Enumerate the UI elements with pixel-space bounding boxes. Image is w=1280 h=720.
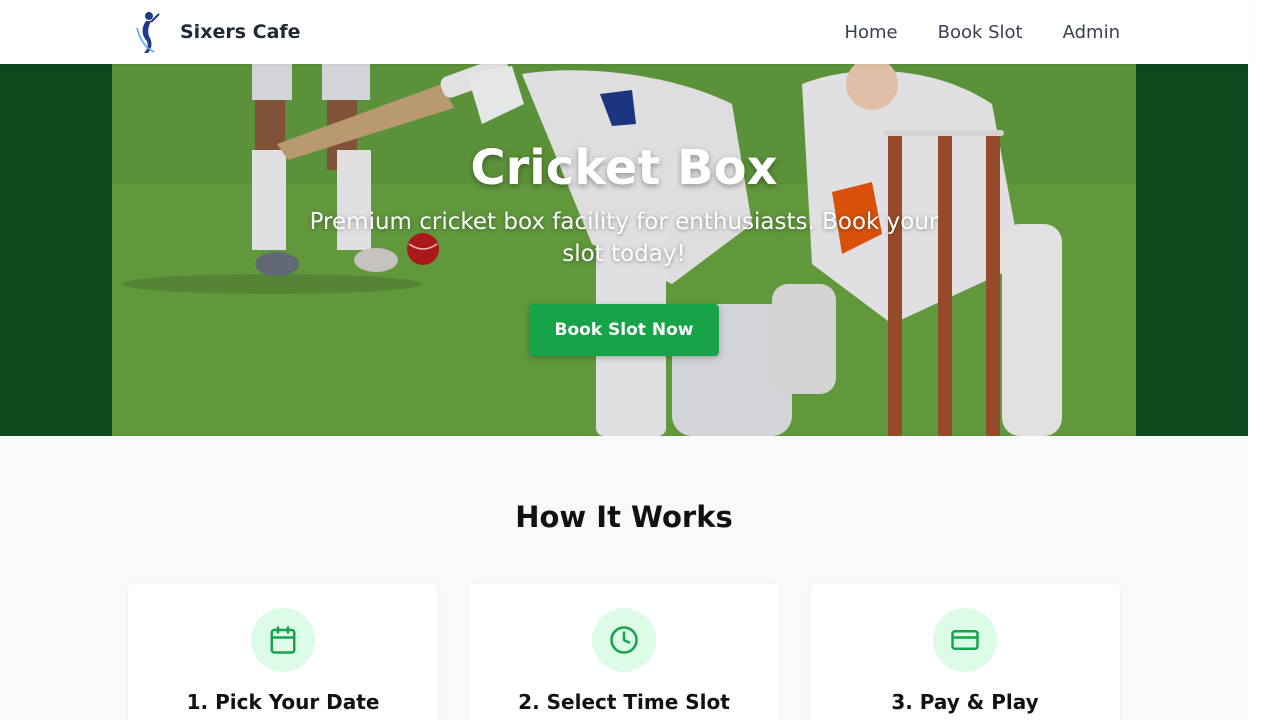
scrollbar-gutter (1248, 0, 1280, 720)
hero-subtitle: Premium cricket box facility for enthusi… (309, 209, 939, 267)
step-card-pay: 3. Pay & Play (810, 584, 1120, 720)
step-card-time: 2. Select Time Slot (469, 584, 779, 720)
icon-circle (592, 608, 656, 672)
clock-icon (610, 626, 638, 654)
how-it-works-title: How It Works (515, 500, 733, 534)
step-card-date: 1. Pick Your Date (128, 584, 438, 720)
book-slot-now-button[interactable]: Book Slot Now (529, 304, 719, 356)
nav-book-slot[interactable]: Book Slot (938, 22, 1023, 43)
step-title: 3. Pay & Play (891, 690, 1039, 714)
hero-content: Cricket Box Premium cricket box facility… (112, 64, 1136, 436)
icon-circle (251, 608, 315, 672)
site-header: Sixers Cafe Home Book Slot Admin (0, 0, 1248, 64)
calendar-icon (270, 626, 296, 654)
nav-admin[interactable]: Admin (1063, 22, 1120, 43)
credit-card-icon (951, 630, 979, 650)
brand-link[interactable]: Sixers Cafe (132, 10, 301, 54)
nav-home[interactable]: Home (844, 22, 897, 43)
steps-list: 1. Pick Your Date 2. Select Time Slot 3.… (128, 584, 1120, 720)
cricket-player-logo-icon (136, 12, 160, 53)
step-title: 2. Select Time Slot (518, 690, 730, 714)
hero-section: Cricket Box Premium cricket box facility… (112, 64, 1136, 436)
step-title: 1. Pick Your Date (186, 690, 380, 714)
main-nav: Home Book Slot Admin (844, 0, 1120, 64)
brand-name: Sixers Cafe (180, 21, 301, 43)
icon-circle (933, 608, 997, 672)
hero-title: Cricket Box (470, 140, 778, 196)
